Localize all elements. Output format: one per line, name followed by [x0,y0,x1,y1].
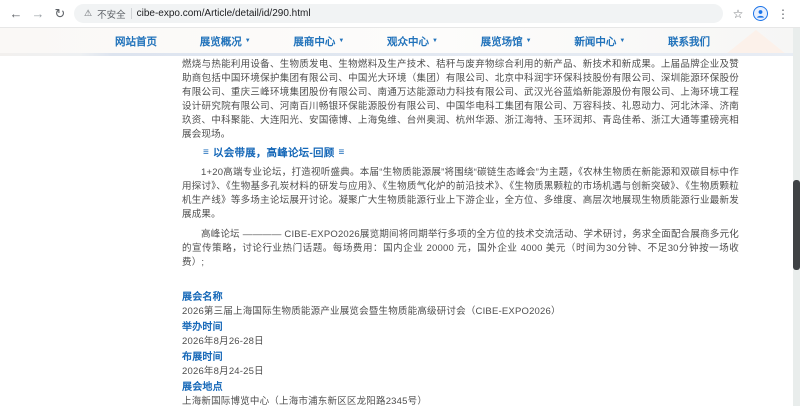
nav-item-label: 展览概况 [200,34,242,49]
profile-avatar[interactable] [753,6,768,21]
forum-review-heading-text: 以会带展，高峰论坛-回顾 [213,146,334,160]
browser-toolbar: ← → ↻ ⚠ 不安全 cibe-expo.com/Article/detail… [0,0,800,28]
reload-icon[interactable]: ↻ [52,6,68,22]
site-navigation: 网站首页 展览概况 ▼ 展商中心 ▼ 观众中心 ▼ 展览场馆 ▼ 新闻中心 ▼ … [0,28,800,56]
section-text: 2026年8月24-25日 [182,365,739,379]
person-icon [756,9,765,18]
nav-item-news-center[interactable]: 新闻中心 ▼ [574,34,625,49]
heading-ornament-icon: ≡ [203,146,209,160]
url-text[interactable]: cibe-expo.com/Article/detail/id/290.html [137,8,311,19]
forum-review-heading: ≡ 以会带展，高峰论坛-回顾 ≡ [182,146,739,160]
section-text: 上海新国际博览中心（上海市浦东新区区龙阳路2345号） [182,395,739,406]
chevron-down-icon: ▼ [245,38,251,44]
chevron-down-icon: ▼ [619,38,625,44]
heading-ornament-icon: ≡ [338,146,344,160]
nav-decoration [726,30,786,54]
section-title: 展会地点 [182,381,739,395]
section-title: 布展时间 [182,351,739,365]
nav-item-label: 展览场馆 [481,34,523,49]
nav-item-exhibitor-center[interactable]: 展商中心 ▼ [293,34,344,49]
forum-paragraph: 1+20高端专业论坛，打造视听盛典。本届“生物质能源展”将围绕“碳链生态峰会”为… [182,166,739,222]
nav-item-label: 观众中心 [387,34,429,49]
nav-item-visitor-center[interactable]: 观众中心 ▼ [387,34,438,49]
nav-item-label: 网站首页 [115,34,157,49]
intro-paragraph: 燃烧与热能利用设备、生物质发电、生物燃料及生产技术、秸秆与废弃物综合利用的新产品… [182,58,739,142]
scrollbar-thumb[interactable] [793,180,800,270]
article-page: 燃烧与热能利用设备、生物质发电、生物燃料及生产技术、秸秆与废弃物综合利用的新产品… [0,56,800,406]
back-icon[interactable]: ← [8,6,24,22]
section-text: 2026年8月26-28日 [182,335,739,349]
nav-item-home[interactable]: 网站首页 [115,34,157,49]
section-event-dates: 举办时间 2026年8月26-28日 [182,321,739,349]
nav-item-label: 联系我们 [668,34,710,49]
article-content: 燃烧与热能利用设备、生物质发电、生物燃料及生产技术、秸秆与废弃物综合利用的新产品… [182,58,739,406]
nav-item-contact-us[interactable]: 联系我们 [668,34,710,49]
nav-item-exhibition-hall[interactable]: 展览场馆 ▼ [481,34,532,49]
chevron-down-icon: ▼ [432,38,438,44]
summit-paragraph: 高峰论坛 ———— CIBE-EXPO2026展览期间将同期举行多项的全方位的技… [182,228,739,270]
chevron-down-icon: ▼ [526,38,532,44]
nav-item-exhibition-overview[interactable]: 展览概况 ▼ [200,34,251,49]
section-exhibition-name: 展会名称 2026第三届上海国际生物质能源产业展览会暨生物质能高级研讨会（CIB… [182,291,739,319]
section-setup-dates: 布展时间 2026年8月24-25日 [182,351,739,379]
browser-menu-icon[interactable]: ⋮ [774,7,792,21]
address-bar-divider [131,8,132,19]
page-scrollbar[interactable] [793,28,800,406]
section-title: 举办时间 [182,321,739,335]
section-text: 2026第三届上海国际生物质能源产业展览会暨生物质能高级研讨会（CIBE-EXP… [182,305,739,319]
nav-item-label: 新闻中心 [574,34,616,49]
address-bar[interactable]: ⚠ 不安全 cibe-expo.com/Article/detail/id/29… [74,4,723,23]
forward-icon[interactable]: → [30,6,46,22]
bookmark-star-icon[interactable]: ☆ [729,7,747,21]
not-secure-warning-icon: ⚠ [84,8,92,19]
section-venue: 展会地点 上海新国际博览中心（上海市浦东新区区龙阳路2345号） [182,381,739,406]
nav-item-label: 展商中心 [293,34,335,49]
chevron-down-icon: ▼ [338,38,344,44]
section-title: 展会名称 [182,291,739,305]
not-secure-label[interactable]: 不安全 [97,7,126,21]
